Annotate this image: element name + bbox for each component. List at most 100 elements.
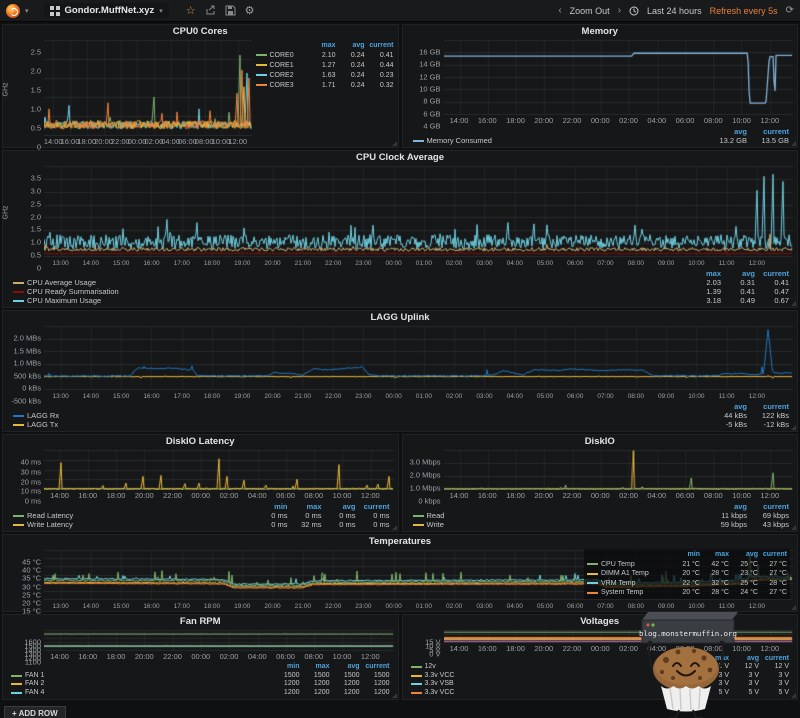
legend-series-3-3v-vsb[interactable]: 3.3v VSB xyxy=(411,680,670,689)
legend-series-read-latency[interactable]: Read Latency xyxy=(13,511,254,520)
star-icon[interactable]: ☆ xyxy=(186,6,196,16)
legend-series-cpu-ready-summarisation[interactable]: CPU Ready Summarisation xyxy=(13,287,687,296)
legend-stat-header[interactable]: max xyxy=(307,41,336,50)
legend-stat-header[interactable]: max xyxy=(699,655,729,664)
legend-stat-header[interactable]: current xyxy=(747,127,789,136)
x-tick-label: 06:00 xyxy=(567,260,583,267)
chart-canvas[interactable] xyxy=(444,39,794,115)
legend-series-cpu-maximum-usage[interactable]: CPU Maximum Usage xyxy=(13,296,687,305)
save-icon[interactable] xyxy=(225,5,236,16)
panel-title[interactable]: Temperatures xyxy=(3,535,797,548)
legend-stat-header[interactable]: avg xyxy=(705,502,747,511)
legend-stat-header[interactable]: current xyxy=(356,502,390,511)
panel-title[interactable]: Voltages xyxy=(403,615,798,628)
panel-title[interactable]: Memory xyxy=(403,25,798,38)
legend-series-write-latency[interactable]: Write Latency xyxy=(13,520,254,529)
legend-series-dimm-a1-temp[interactable]: DIMM A1 Temp xyxy=(587,569,671,578)
legend-stat-header[interactable]: avg xyxy=(729,550,758,559)
refresh-icon[interactable]: ⟳ xyxy=(786,5,794,16)
panel-title[interactable]: DiskIO Latency xyxy=(3,435,398,448)
legend-stat-value: 0.41 xyxy=(365,51,394,60)
legend-stat-header[interactable]: current xyxy=(360,663,390,672)
zoom-out-button[interactable]: Zoom Out xyxy=(570,6,610,16)
chart-canvas[interactable] xyxy=(444,629,794,643)
legend-series-memory-consumed[interactable]: Memory Consumed xyxy=(413,136,706,145)
legend-stat-header[interactable]: avg xyxy=(721,269,755,278)
legend-stat-header[interactable]: current xyxy=(759,655,789,664)
chart-canvas[interactable] xyxy=(44,325,793,390)
chart-plot[interactable]: 13:0014:0015:0016:0017:0018:0019:0020:00… xyxy=(44,164,793,268)
legend-stat-header[interactable]: avg xyxy=(705,127,747,136)
legend-stat-header[interactable]: min xyxy=(669,655,699,664)
legend-series-system-temp[interactable]: System Temp xyxy=(587,588,671,597)
legend-stat-header[interactable]: current xyxy=(758,550,787,559)
legend-stat-header[interactable]: min xyxy=(254,502,288,511)
panel-title[interactable]: LAGG Uplink xyxy=(3,311,797,324)
legend-stat-header[interactable]: avg xyxy=(336,41,365,50)
legend-stat-header[interactable]: max xyxy=(300,663,330,672)
legend-series-fan-4[interactable]: FAN 4 xyxy=(11,689,270,698)
share-icon[interactable] xyxy=(205,5,216,16)
chart-plot[interactable]: 14:0016:0018:0020:0022:0000:0002:0004:00… xyxy=(444,628,794,654)
legend-series-3-3v-vcc[interactable]: 3.3v VCC xyxy=(411,672,670,681)
legend-stat-header[interactable]: max xyxy=(288,502,322,511)
chart-plot[interactable]: 13:0014:0015:0016:0017:0018:0019:0020:00… xyxy=(44,548,793,611)
chart-canvas[interactable] xyxy=(44,629,394,651)
chart-canvas[interactable] xyxy=(444,449,794,490)
panel-title[interactable]: DiskIO xyxy=(403,435,798,448)
legend-series-core3[interactable]: CORE3 xyxy=(256,81,307,90)
legend-color-dash-icon xyxy=(587,573,598,575)
legend-series-core2[interactable]: CORE2 xyxy=(256,71,307,80)
x-tick-label: 19:00 xyxy=(234,393,250,400)
legend-series-3-3v-vcc[interactable]: 3.3v VCC xyxy=(411,689,670,698)
legend-series-fan-1[interactable]: FAN 1 xyxy=(11,672,270,681)
legend-series-write[interactable]: Write xyxy=(413,520,706,529)
legend-stat-header[interactable]: avg xyxy=(322,502,356,511)
add-row-button[interactable]: + ADD ROW xyxy=(4,706,66,718)
chart-plot[interactable]: 14:0016:0018:0020:0022:0000:0002:0004:00… xyxy=(444,448,794,501)
panel-title[interactable]: CPU0 Cores xyxy=(3,25,398,38)
chevron-right-icon[interactable]: › xyxy=(618,5,621,16)
legend-stat-header[interactable]: avg xyxy=(729,655,759,664)
legend-stat-header[interactable]: current xyxy=(747,402,789,411)
refresh-interval-button[interactable]: Refresh every 5s xyxy=(710,6,778,16)
chart-canvas[interactable] xyxy=(44,39,252,136)
grafana-logo-icon[interactable] xyxy=(6,4,20,18)
x-tick-label: 18:00 xyxy=(204,260,220,267)
chart-plot[interactable]: 14:0016:0018:0020:0022:0000:0002:0004:00… xyxy=(44,628,394,662)
panel-title[interactable]: Fan RPM xyxy=(3,615,398,628)
legend-series-vrm-temp[interactable]: VRM Temp xyxy=(587,579,671,588)
legend-stat-header[interactable]: max xyxy=(700,550,729,559)
legend-series-12v[interactable]: 12v xyxy=(411,663,670,672)
legend-stat-header[interactable]: min xyxy=(270,663,300,672)
gear-icon[interactable]: ⚙ xyxy=(245,6,255,16)
chart-plot[interactable]: 14:0016:0018:0020:0022:0000:0002:0004:00… xyxy=(44,448,394,501)
legend-series-read[interactable]: Read xyxy=(413,511,706,520)
legend-stat-header[interactable]: max xyxy=(687,269,721,278)
logo-caret-icon[interactable]: ▾ xyxy=(25,7,29,15)
legend-series-fan-2[interactable]: FAN 2 xyxy=(11,680,270,689)
legend-series-core1[interactable]: CORE1 xyxy=(256,61,307,70)
chart-canvas[interactable] xyxy=(44,449,394,490)
chevron-left-icon[interactable]: ‹ xyxy=(558,5,561,16)
legend-series-cpu-temp[interactable]: CPU Temp xyxy=(587,560,671,569)
y-axis-label xyxy=(3,628,12,662)
legend-stat-header[interactable]: current xyxy=(365,41,394,50)
time-range-button[interactable]: Last 24 hours xyxy=(647,6,702,16)
legend-series-lagg-rx[interactable]: LAGG Rx xyxy=(13,411,705,420)
dashboard-picker[interactable]: Gondor.MuffNet.xyz ▾ xyxy=(44,3,169,18)
legend-stat-header[interactable]: avg xyxy=(705,402,747,411)
y-axis-ticks: 160015001400130012001100 xyxy=(12,628,44,662)
legend-stat-header[interactable]: avg xyxy=(330,663,360,672)
chart-canvas[interactable] xyxy=(44,165,793,257)
chart-plot[interactable]: 14:0016:0018:0020:0022:0000:0002:0004:00… xyxy=(444,38,794,126)
legend-series-lagg-tx[interactable]: LAGG Tx xyxy=(13,420,705,429)
chart-plot[interactable]: 13:0014:0015:0016:0017:0018:0019:0020:00… xyxy=(44,324,793,401)
panel-title[interactable]: CPU Clock Average xyxy=(3,151,797,164)
legend-stat-header[interactable]: current xyxy=(755,269,789,278)
chart-plot[interactable]: 14:0016:0018:0020:0022:0000:0002:0004:00… xyxy=(44,38,252,147)
legend-series-core0[interactable]: CORE0 xyxy=(256,51,307,60)
legend-stat-header[interactable]: current xyxy=(747,502,789,511)
legend-series-cpu-average-usage[interactable]: CPU Average Usage xyxy=(13,278,687,287)
legend-stat-header[interactable]: min xyxy=(671,550,700,559)
